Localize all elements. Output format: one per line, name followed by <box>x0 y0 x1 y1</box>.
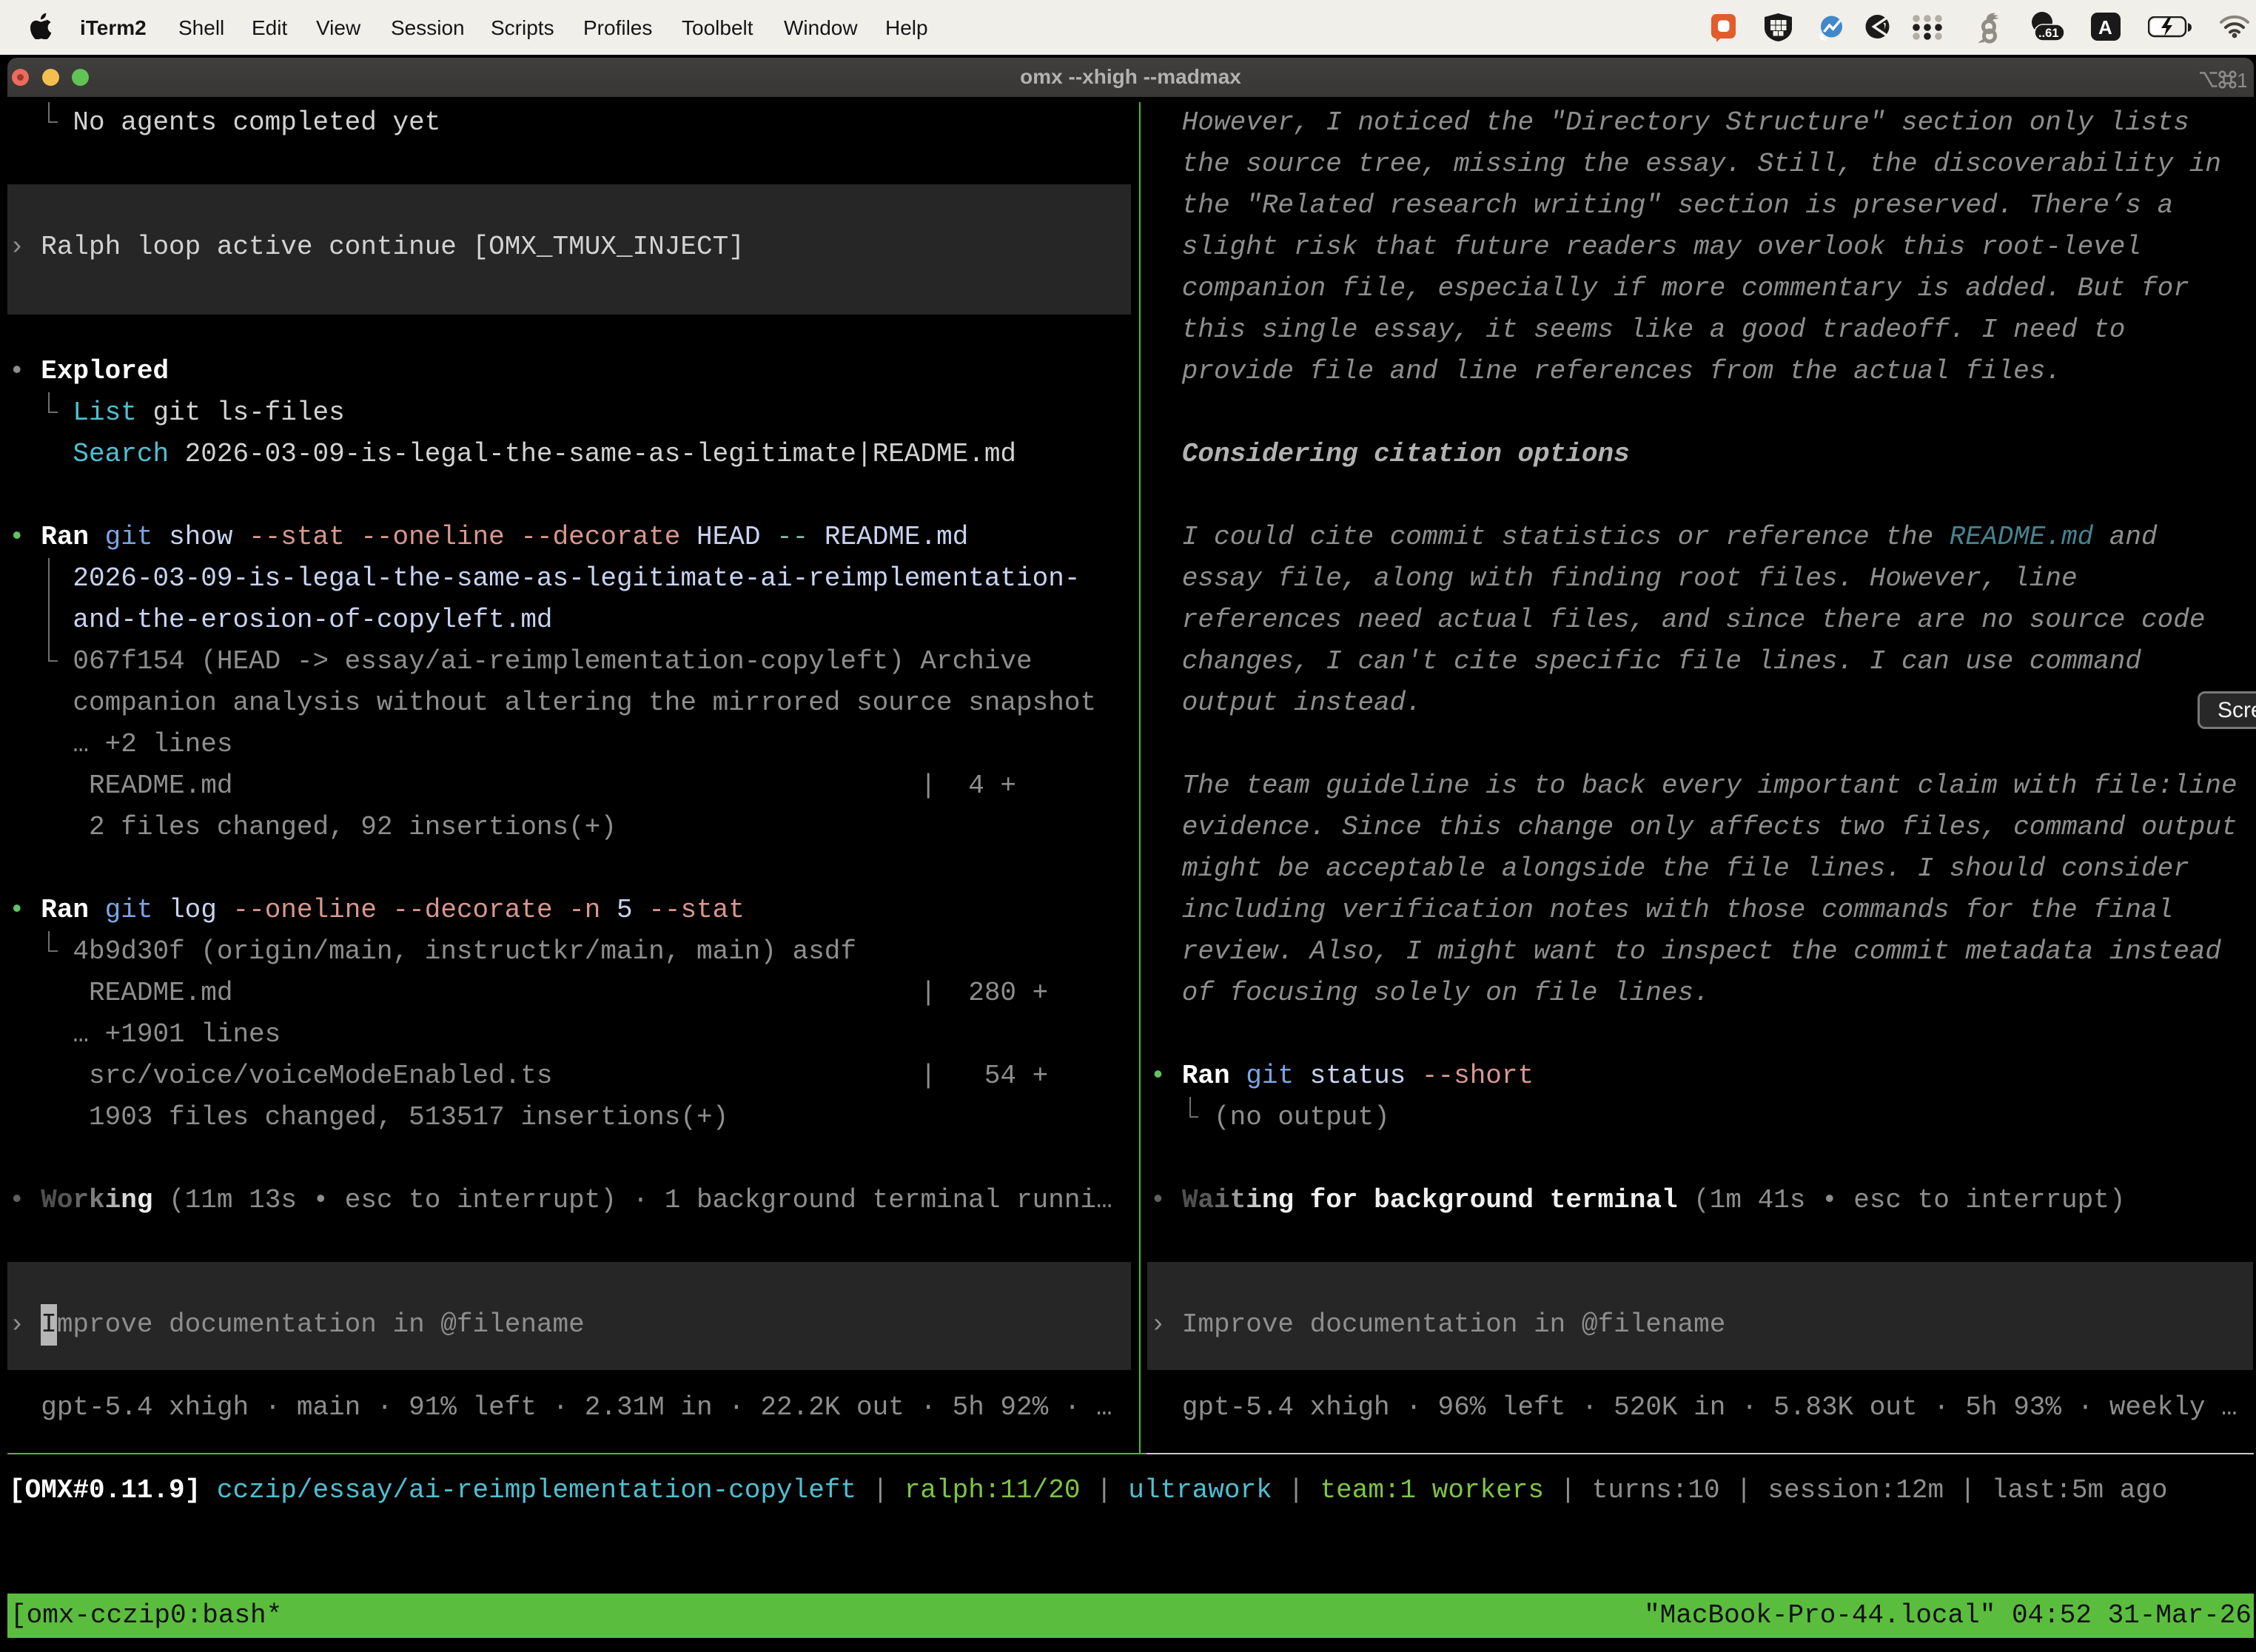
svg-text:A: A <box>2098 16 2112 38</box>
svg-text:..61: ..61 <box>2038 27 2059 40</box>
